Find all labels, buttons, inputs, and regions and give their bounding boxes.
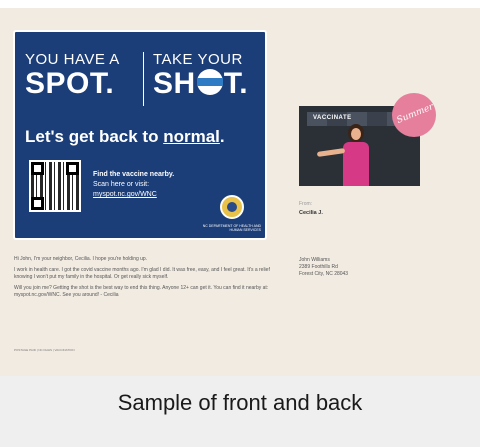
postcard-sample: YOU HAVE A SPOT. TAKE YOUR SH T. Let's ge…: [0, 8, 480, 376]
letter-body: Hi John, I'm your neighbor, Cecilia. I h…: [14, 256, 270, 303]
find-title: Find the vaccine nearby.: [93, 171, 175, 178]
person-body: [343, 142, 369, 186]
person-arm: [316, 148, 346, 157]
qr-finder-top-left: [31, 162, 44, 175]
from-label: From:: [299, 201, 313, 207]
mailing-address: John Williams 2389 Foothills Rd Forest C…: [299, 257, 348, 278]
find-line: Scan here or visit:: [93, 181, 150, 188]
sticker-text: Summer: [395, 102, 436, 126]
headline-left-small: YOU HAVE A: [25, 51, 120, 68]
caption: Sample of front and back: [117, 390, 363, 415]
tagline-c: .: [219, 127, 225, 146]
find-url: myspot.nc.gov/WNC: [93, 191, 157, 198]
headline-right-small: TAKE YOUR: [153, 51, 243, 68]
qr-code-icon: [29, 160, 81, 212]
headline-divider: [143, 52, 144, 106]
tagline-b: normal: [163, 127, 220, 146]
seal-caption: NC DEPARTMENT OF HEALTH AND HUMAN SERVIC…: [202, 224, 261, 232]
photo-banner-text: VACCINATE: [313, 115, 352, 121]
bandage-o-icon: [196, 69, 223, 95]
from-name: Cecilia J.: [299, 210, 323, 216]
letter-paragraph-2: I work in health care. I got the covid v…: [14, 267, 270, 280]
person-face: [351, 128, 361, 140]
letter-paragraph-3: Will you join me? Getting the shot is th…: [14, 285, 269, 298]
letter-footnote: POSTAGE PAID | NC DHHS | VACCINATION: [14, 348, 75, 352]
name-sticker: Summer: [392, 93, 436, 137]
address-line-3: Forest City, NC 28043: [299, 271, 349, 277]
find-vaccine-text: Find the vaccine nearby. Scan here or vi…: [93, 170, 174, 200]
state-seal-icon: [220, 195, 244, 219]
address-line-1: John Williams: [299, 257, 330, 263]
tagline: Let's get back to normal.: [25, 127, 225, 147]
address-line-2: 2389 Foothills Rd: [299, 264, 338, 270]
headline-left: YOU HAVE A SPOT.: [25, 52, 120, 100]
postcard-front: YOU HAVE A SPOT. TAKE YOUR SH T. Let's ge…: [13, 30, 267, 240]
headline-right-big: SH T.: [153, 68, 248, 100]
headline-right-big-a: SH: [153, 67, 196, 100]
tagline-a: Let's get back to: [25, 127, 164, 146]
headline-left-big: SPOT.: [25, 67, 115, 100]
headline-right-big-b: T.: [223, 67, 249, 100]
letter-paragraph-1: Hi John, I'm your neighbor, Cecilia. I h…: [14, 256, 148, 262]
headline-right: TAKE YOUR SH T.: [153, 52, 248, 100]
qr-finder-bottom-left: [31, 197, 44, 210]
qr-finder-top-right: [66, 162, 79, 175]
